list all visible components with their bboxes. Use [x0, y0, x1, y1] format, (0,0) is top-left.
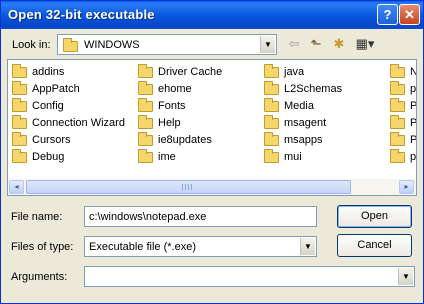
folder-icon — [264, 132, 279, 146]
folder-icon — [264, 64, 279, 78]
folder-icon — [12, 115, 27, 129]
file-name-label: File name: — [11, 211, 63, 223]
chevron-down-icon[interactable]: ▼ — [300, 238, 315, 255]
arguments-combo[interactable]: ▼ — [84, 266, 415, 287]
folder-icon — [63, 38, 78, 52]
files-of-type-label: Files of type: — [11, 241, 74, 253]
folder-icon — [138, 64, 153, 78]
file-name-value: c:\windows\notepad.exe — [89, 211, 207, 223]
folder-icon — [12, 149, 27, 163]
grip-icon — [182, 184, 192, 190]
file-list[interactable]: addins AppPatch Config Connection Wizard… — [7, 59, 417, 196]
title-bar[interactable]: Open 32-bit executable ? ✕ — [1, 1, 423, 29]
folder-icon — [264, 149, 279, 163]
files-of-type-select[interactable]: Executable file (*.exe) ▼ — [84, 236, 317, 257]
view-menu-icon[interactable]: ▦▾ — [352, 35, 378, 53]
folder-icon — [264, 98, 279, 112]
folder-icon — [138, 98, 153, 112]
close-button[interactable]: ✕ — [399, 4, 420, 25]
folder-icon — [12, 132, 27, 146]
folder-icon — [138, 115, 153, 129]
scroll-thumb[interactable] — [26, 180, 351, 194]
folder-icon — [138, 81, 153, 95]
scroll-left-icon[interactable]: ◂ — [9, 180, 24, 194]
folder-icon — [390, 81, 405, 95]
back-icon[interactable]: ⇦ — [284, 35, 304, 53]
cancel-button[interactable]: Cancel — [337, 234, 412, 257]
scroll-right-icon[interactable]: ▸ — [399, 180, 414, 194]
folder-icon — [390, 132, 405, 146]
folder-icon — [12, 98, 27, 112]
files-of-type-value: Executable file (*.exe) — [89, 241, 196, 253]
look-in-value: WINDOWS — [84, 39, 140, 51]
arguments-label: Arguments: — [11, 271, 68, 283]
chevron-down-icon[interactable]: ▼ — [398, 268, 413, 285]
look-in-combo[interactable]: WINDOWS ▼ — [57, 34, 277, 55]
folder-icon — [12, 81, 27, 95]
file-name-input[interactable]: c:\windows\notepad.exe — [84, 206, 317, 227]
folder-icon — [390, 64, 405, 78]
up-folder-icon[interactable]: ⬑ — [306, 35, 326, 53]
chevron-down-icon[interactable]: ▼ — [260, 36, 275, 53]
folder-icon — [264, 81, 279, 95]
open-dialog: Open 32-bit executable ? ✕ Look in: WIND… — [0, 0, 424, 304]
folder-icon — [264, 115, 279, 129]
folder-icon — [138, 132, 153, 146]
look-in-label: Look in: — [12, 39, 51, 51]
folder-icon — [138, 149, 153, 163]
help-button[interactable]: ? — [377, 4, 398, 25]
new-folder-icon[interactable]: ✱ — [329, 35, 349, 53]
folder-icon — [390, 149, 405, 163]
open-button[interactable]: Open — [337, 205, 412, 228]
horizontal-scrollbar[interactable]: ◂ ▸ — [8, 179, 416, 195]
window-title: Open 32-bit executable — [8, 7, 155, 22]
folder-icon — [12, 64, 27, 78]
folder-icon — [390, 115, 405, 129]
folder-icon — [390, 98, 405, 112]
